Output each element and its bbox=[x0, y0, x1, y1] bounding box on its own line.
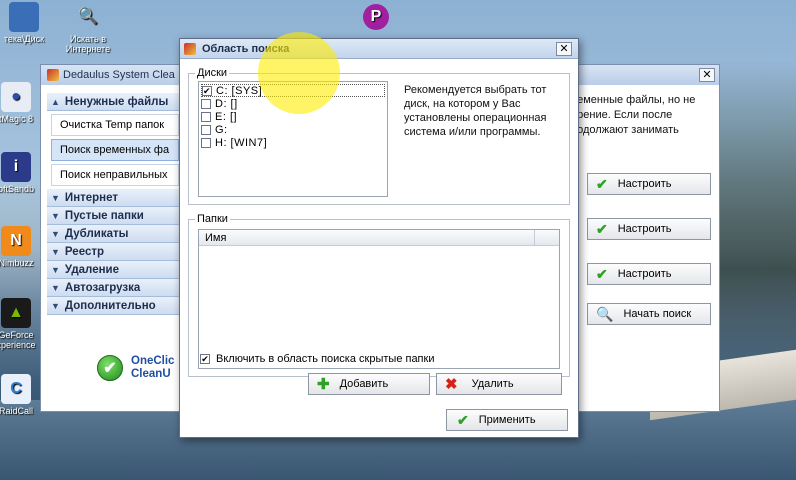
app-logo-icon bbox=[184, 42, 196, 55]
include-hidden-row[interactable]: ✔ Включить в область поиска скрытые папк… bbox=[200, 353, 434, 365]
plus-icon: ✚ bbox=[317, 376, 330, 393]
chevron-down-icon: ▼ bbox=[51, 192, 60, 203]
p-app-icon: P bbox=[363, 4, 389, 30]
desktop-icon-search-internet[interactable]: 🔍 Искать в Интернете bbox=[58, 2, 118, 55]
raidcall-icon: C bbox=[1, 374, 31, 404]
chevron-down-icon: ▼ bbox=[51, 300, 60, 311]
configure-button-1[interactable]: ✔ Настроить bbox=[587, 173, 711, 195]
app-logo-icon bbox=[47, 69, 59, 81]
check-icon: ✔ bbox=[596, 220, 608, 237]
check-icon: ✔ bbox=[596, 265, 608, 282]
drive-g-checkbox[interactable] bbox=[201, 124, 211, 135]
nimbuzz-icon: N bbox=[1, 226, 31, 256]
column-name-header[interactable]: Имя bbox=[199, 230, 535, 245]
delete-x-icon: ✖ bbox=[445, 376, 458, 393]
desktop-icon-disk[interactable]: тека\Диск bbox=[0, 2, 54, 44]
drives-hint-text: Рекомендуется выбрать тот диск, на котор… bbox=[404, 84, 547, 138]
drive-item-h[interactable]: H: [WIN7] bbox=[201, 136, 385, 149]
configure-button-3[interactable]: ✔ Настроить bbox=[587, 263, 711, 285]
start-search-button[interactable]: 🔍 Начать поиск bbox=[587, 303, 711, 325]
chevron-down-icon: ▼ bbox=[51, 228, 60, 239]
folders-table[interactable]: Имя bbox=[198, 229, 560, 369]
drives-group-label: Диски bbox=[195, 67, 230, 79]
sidebar: ▲ Ненужные файлы Очистка Temp папок Поис… bbox=[47, 93, 183, 315]
chevron-down-icon: ▼ bbox=[51, 210, 60, 221]
folders-table-header: Имя bbox=[199, 230, 559, 246]
nav-group-duplicates[interactable]: ▼ Дубликаты bbox=[47, 225, 183, 243]
nav-group-junk-files[interactable]: ▲ Ненужные файлы bbox=[47, 93, 183, 111]
check-icon: ✔ bbox=[457, 411, 469, 428]
geforce-icon: ▲ bbox=[1, 298, 31, 328]
chevron-up-icon: ▲ bbox=[51, 96, 60, 107]
description-text: ременные файлы, но не ирение. Если после… bbox=[571, 94, 696, 136]
nav-group-uninstall[interactable]: ▼ Удаление bbox=[47, 261, 183, 279]
drive-item-d[interactable]: D: [] bbox=[201, 97, 385, 110]
oneclick-cleanup-link[interactable]: ✔ OneClic CleanU bbox=[97, 355, 174, 381]
desktop-icon-p[interactable]: P bbox=[346, 4, 406, 32]
folders-group-label: Папки bbox=[195, 213, 230, 225]
drive-e-checkbox[interactable] bbox=[201, 111, 211, 122]
nav-group-empty-folders[interactable]: ▼ Пустые папки bbox=[47, 207, 183, 225]
apply-button[interactable]: ✔ Применить bbox=[446, 409, 568, 431]
nav-item-temp-search[interactable]: Поиск временных фа bbox=[51, 139, 179, 161]
include-hidden-label: Включить в область поиска скрытые папки bbox=[216, 353, 435, 365]
remove-folder-button[interactable]: ✖ Удалить bbox=[436, 373, 562, 395]
drive-item-e[interactable]: E: [] bbox=[201, 110, 385, 123]
drive-d-checkbox[interactable] bbox=[201, 98, 211, 109]
drives-list[interactable]: ✔ C: [SYS] D: [] E: [] G: H: [WIN7] bbox=[198, 81, 388, 197]
chevron-down-icon: ▼ bbox=[51, 264, 60, 275]
search-scope-dialog: Область поиска ✕ Диски ✔ C: [SYS] D: [] … bbox=[179, 38, 579, 438]
system-cleaner-title: Dedaulus System Clea bbox=[63, 69, 175, 81]
dialog-titlebar: Область поиска bbox=[180, 39, 578, 59]
system-cleaner-close-button[interactable]: ✕ bbox=[699, 68, 715, 82]
nav-item-invalid-search[interactable]: Поиск неправильных bbox=[51, 164, 179, 186]
dialog-close-button[interactable]: ✕ bbox=[556, 42, 572, 56]
chevron-down-icon: ▼ bbox=[51, 282, 60, 293]
check-icon: ✔ bbox=[596, 175, 608, 192]
drive-h-checkbox[interactable] bbox=[201, 137, 211, 148]
add-folder-button[interactable]: ✚ Добавить bbox=[308, 373, 430, 395]
drive-item-g[interactable]: G: bbox=[201, 123, 385, 136]
sandbox-icon: i bbox=[1, 152, 31, 182]
partition-magic-icon: ● bbox=[1, 82, 31, 112]
include-hidden-checkbox[interactable]: ✔ bbox=[200, 354, 210, 364]
nav-item-temp-cleanup[interactable]: Очистка Temp папок bbox=[51, 114, 179, 136]
drive-c-checkbox[interactable]: ✔ bbox=[202, 85, 212, 96]
search-icon: 🔍 bbox=[596, 305, 614, 322]
configure-button-2[interactable]: ✔ Настроить bbox=[587, 218, 711, 240]
nav-group-autorun[interactable]: ▼ Автозагрузка bbox=[47, 279, 183, 297]
dialog-title: Область поиска bbox=[202, 42, 290, 55]
magnifier-icon: 🔍 bbox=[78, 8, 98, 25]
nav-group-registry[interactable]: ▼ Реестр bbox=[47, 243, 183, 261]
disk-icon bbox=[9, 2, 39, 32]
chevron-down-icon: ▼ bbox=[51, 246, 60, 257]
nav-group-advanced[interactable]: ▼ Дополнительно bbox=[47, 297, 183, 315]
oneclick-check-icon: ✔ bbox=[97, 355, 123, 381]
drive-item-c[interactable]: ✔ C: [SYS] bbox=[201, 84, 385, 97]
nav-group-internet[interactable]: ▼ Интернет bbox=[47, 189, 183, 207]
